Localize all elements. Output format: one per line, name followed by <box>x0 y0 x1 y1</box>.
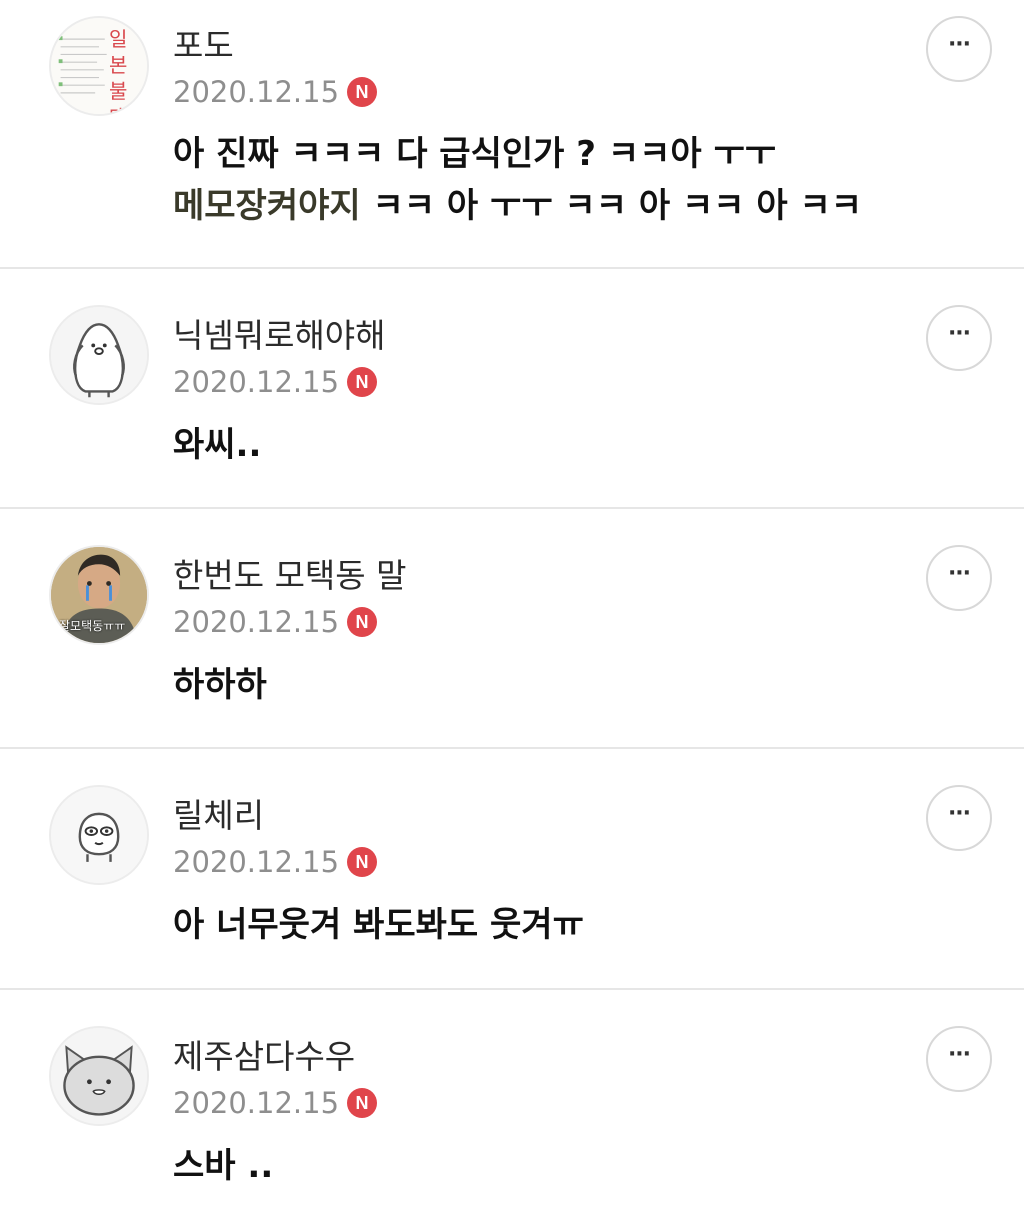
more-options-button[interactable]: ··· <box>926 785 992 851</box>
comment-meta: 2020.12.15 N <box>173 844 378 880</box>
comment-item: 제주삼다수우 2020.12.15 N 스바 .. ··· <box>0 990 1024 1214</box>
comment-nickname[interactable]: 닉넴뭐로해야해 <box>173 316 386 356</box>
comment-item: 닉넴뭐로해야해 2020.12.15 N 와씨.. ··· <box>0 269 1024 509</box>
more-icon: ··· <box>947 32 971 57</box>
avatar-caption: 잘모택동ㅠㅠ <box>59 619 126 633</box>
comment-date: 2020.12.15 <box>173 365 340 399</box>
comment-text: 하하하 <box>173 665 267 705</box>
comment-date: 2020.12.15 <box>173 1086 340 1120</box>
comment-text: 아 너무웃겨 봐도봐도 웃겨ㅠ <box>173 905 584 945</box>
comment-meta: 2020.12.15 N <box>173 1085 378 1121</box>
comment-date: 2020.12.15 <box>173 75 340 109</box>
more-options-button[interactable]: ··· <box>926 16 992 82</box>
cat-icon[interactable] <box>49 1026 149 1126</box>
comment-text: 와씨.. <box>173 425 262 465</box>
comment-date: 2020.12.15 <box>173 845 340 879</box>
comment-meta: 2020.12.15 N <box>173 74 378 110</box>
comment-text: 스바 .. <box>173 1146 274 1186</box>
more-icon: ··· <box>947 801 971 826</box>
avatar-handwriting: 일본 불매 <box>109 27 128 114</box>
new-badge: N <box>347 77 378 107</box>
more-icon: ··· <box>947 1042 971 1067</box>
penguin-icon[interactable] <box>49 305 149 405</box>
profile-image-icon[interactable]: 일본 불매 <box>49 16 149 116</box>
comment-text-tail: ㅋㅋ 아 ㅜㅜ ㅋㅋ 아 ㅋㅋ 아 ㅋㅋ <box>360 186 863 226</box>
comment-item: 일본 불매 포도 2020.12.15 N 아 진짜 ㅋㅋㅋ 다 급식인가 ? … <box>0 0 1024 269</box>
comment-item: 릴체리 2020.12.15 N 아 너무웃겨 봐도봐도 웃겨ㅠ ··· <box>0 749 1024 990</box>
comment-text: 아 진짜 ㅋㅋㅋ 다 급식인가 ? ㅋㅋ아 ㅜㅜ 메모장켜야지 ㅋㅋ 아 ㅜㅜ … <box>173 128 862 232</box>
new-badge: N <box>347 607 378 637</box>
more-options-button[interactable]: ··· <box>926 305 992 371</box>
comment-list: 일본 불매 포도 2020.12.15 N 아 진짜 ㅋㅋㅋ 다 급식인가 ? … <box>0 0 1024 1214</box>
character-icon[interactable] <box>49 785 149 885</box>
comment-date: 2020.12.15 <box>173 605 340 639</box>
comment-meta: 2020.12.15 N <box>173 364 378 400</box>
more-icon: ··· <box>947 561 971 586</box>
new-badge: N <box>347 367 378 397</box>
comment-nickname[interactable]: 제주삼다수우 <box>173 1037 355 1077</box>
new-badge: N <box>347 1088 378 1118</box>
comment-nickname[interactable]: 릴체리 <box>173 796 264 836</box>
comment-meta: 2020.12.15 N <box>173 604 378 640</box>
comment-text-line: 아 진짜 ㅋㅋㅋ 다 급식인가 ? ㅋㅋ아 ㅜㅜ <box>173 134 777 174</box>
comment-text-line: 메모장켜야지 ㅋㅋ 아 ㅜㅜ ㅋㅋ 아 ㅋㅋ 아 ㅋㅋ <box>173 180 862 232</box>
comment-nickname[interactable]: 포도 <box>173 26 234 66</box>
comment-nickname[interactable]: 한번도 모택동 말 <box>173 556 407 596</box>
portrait-icon[interactable]: 잘모택동ㅠㅠ <box>49 545 149 645</box>
new-badge: N <box>347 847 378 877</box>
more-icon: ··· <box>947 321 971 346</box>
comment-item: 잘모택동ㅠㅠ 한번도 모택동 말 2020.12.15 N 하하하 ··· <box>0 509 1024 749</box>
highlighted-text: 메모장켜야지 <box>173 186 361 226</box>
more-options-button[interactable]: ··· <box>926 1026 992 1092</box>
more-options-button[interactable]: ··· <box>926 545 992 611</box>
